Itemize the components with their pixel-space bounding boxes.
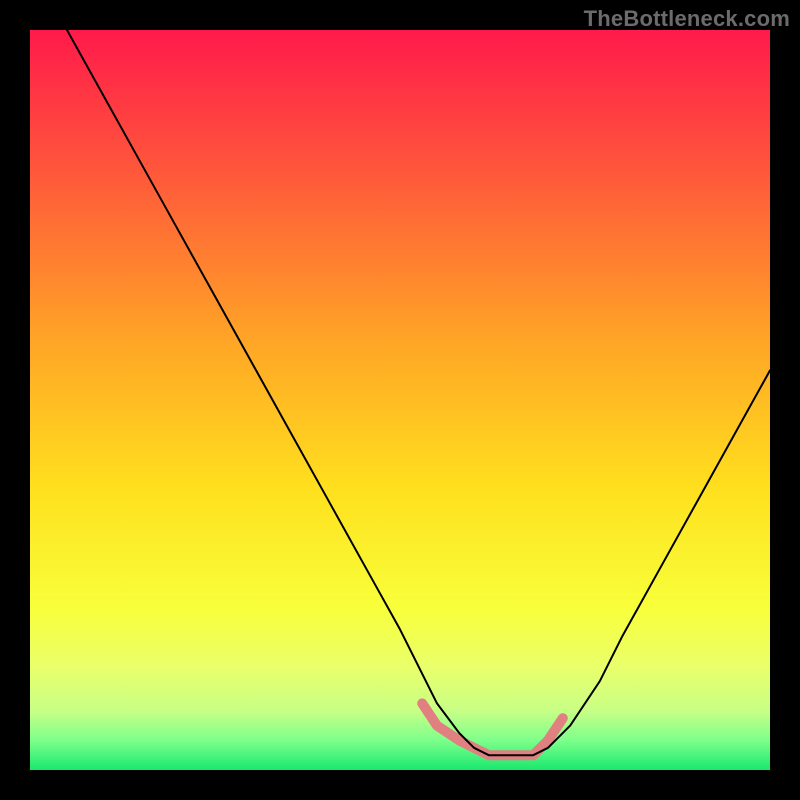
chart-series-layer: [30, 30, 770, 770]
bottleneck-curve: [67, 30, 770, 755]
watermark-text: TheBottleneck.com: [584, 6, 790, 32]
chart-frame: TheBottleneck.com: [0, 0, 800, 800]
plot-area: [30, 30, 770, 770]
